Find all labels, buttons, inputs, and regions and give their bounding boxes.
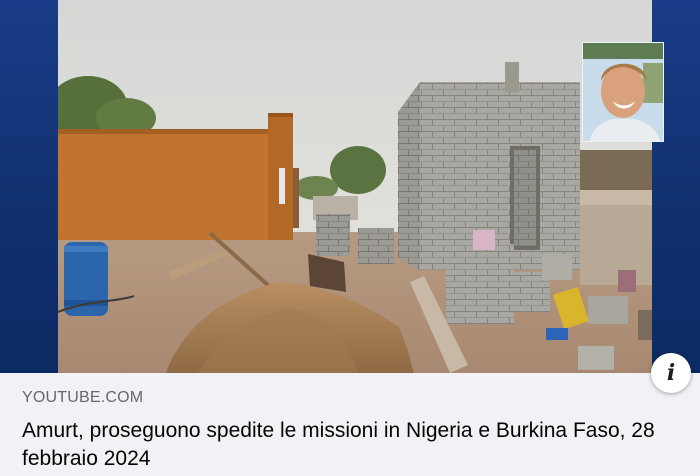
video-thumbnail[interactable] xyxy=(0,0,700,373)
construction-site-scene xyxy=(58,0,652,373)
source-domain: YOUTUBE.COM xyxy=(22,389,144,406)
link-preview-card[interactable]: i YOUTUBE.COM Amurt, proseguono spedite … xyxy=(0,0,700,476)
link-title[interactable]: Amurt, proseguono spedite le missioni in… xyxy=(22,417,682,473)
presenter-portrait-icon xyxy=(582,42,664,142)
link-preview-meta[interactable]: YOUTUBE.COM Amurt, proseguono spedite le… xyxy=(0,373,700,476)
thumbnail-frame-left xyxy=(0,0,58,373)
